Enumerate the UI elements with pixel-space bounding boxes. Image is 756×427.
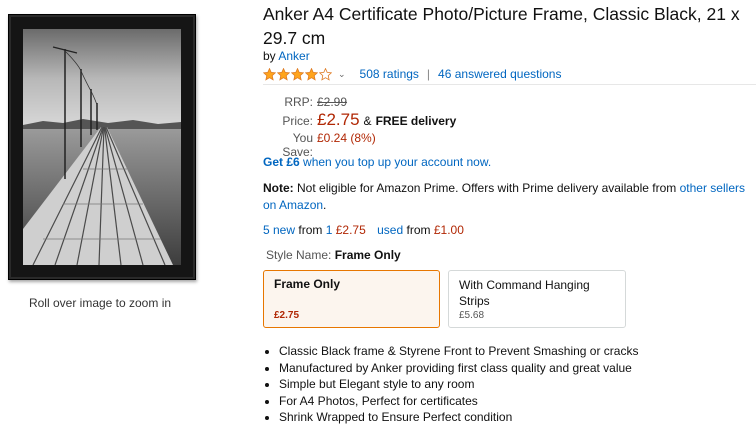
rrp-label: RRP: xyxy=(284,95,313,109)
style-label: Style Name: xyxy=(266,248,332,262)
questions-link[interactable]: 46 answered questions xyxy=(438,67,561,81)
note-label: Note: xyxy=(263,181,294,195)
divider xyxy=(263,84,756,85)
star-icon xyxy=(277,67,290,81)
by-prefix: by xyxy=(263,49,276,63)
feature-bullet: Simple but Elegant style to any room xyxy=(279,376,638,393)
ratings-link[interactable]: 508 ratings xyxy=(360,67,419,81)
from-text: from xyxy=(406,223,431,237)
style-option-hanging-strips[interactable]: With Command Hanging Strips £5.68 xyxy=(448,270,626,328)
rrp-value: £2.99 xyxy=(317,95,348,109)
from-text: from xyxy=(298,223,323,237)
byline: by Anker xyxy=(263,49,310,63)
delivery-amp: & xyxy=(363,114,372,128)
star-icon xyxy=(263,67,276,81)
style-option-name: With Command Hanging Strips xyxy=(459,278,590,308)
used-offers-link[interactable]: used xyxy=(377,223,403,237)
product-image[interactable] xyxy=(8,14,196,280)
star-icon xyxy=(305,67,318,81)
price-value: £2.75 xyxy=(317,110,360,129)
save-value: £0.24 (8%) xyxy=(317,131,376,145)
offers-row: 5 new from 1 £2.75 used from £1.00 xyxy=(263,223,464,237)
feature-bullet: For A4 Photos, Perfect for certificates xyxy=(279,393,638,410)
new-count-link[interactable]: 1 xyxy=(326,223,333,237)
rrp-row: RRP: £2.99 xyxy=(263,95,347,109)
star-icon xyxy=(291,67,304,81)
topup-promo[interactable]: Get £6 when you top up your account now. xyxy=(263,155,491,169)
style-option-price: £5.68 xyxy=(459,310,485,321)
price-row: Price: £2.75 & FREE delivery xyxy=(263,110,456,130)
separator: | xyxy=(426,67,431,81)
rating-row: ⌄ 508 ratings | 46 answered questions xyxy=(263,65,561,83)
style-name: Style Name: Frame Only xyxy=(266,248,401,262)
zoom-hint: Roll over image to zoom in xyxy=(28,296,172,310)
topup-amount[interactable]: Get £6 xyxy=(263,155,300,169)
topup-text[interactable]: when you top up your account now. xyxy=(303,155,491,169)
new-offers-link[interactable]: 5 new xyxy=(263,223,295,237)
style-option-name: Frame Only xyxy=(274,277,341,291)
product-title: Anker A4 Certificate Photo/Picture Frame… xyxy=(263,4,740,48)
pier-photo xyxy=(23,29,181,265)
brand-link[interactable]: Anker xyxy=(278,49,309,63)
chevron-down-icon[interactable]: ⌄ xyxy=(338,69,346,80)
free-delivery: FREE delivery xyxy=(375,114,457,128)
prime-note: Note: Not eligible for Amazon Prime. Off… xyxy=(263,180,753,214)
used-price: £1.00 xyxy=(433,223,464,237)
style-option-price: £2.75 xyxy=(274,310,300,321)
style-selected: Frame Only xyxy=(334,248,401,262)
style-option-frame-only[interactable]: Frame Only £2.75 xyxy=(263,270,440,328)
new-price: £2.75 xyxy=(335,223,366,237)
price-label: Price: xyxy=(282,114,313,128)
feature-bullet: Classic Black frame & Styrene Front to P… xyxy=(279,343,638,360)
star-icon xyxy=(319,67,332,81)
feature-bullets: Classic Black frame & Styrene Front to P… xyxy=(263,343,638,426)
feature-bullet: Shrink Wrapped to Ensure Perfect conditi… xyxy=(279,409,638,426)
feature-bullet: Manufactured by Anker providing first cl… xyxy=(279,360,638,377)
star-rating[interactable] xyxy=(263,67,332,81)
note-end: . xyxy=(323,198,327,212)
note-text: Not eligible for Amazon Prime. Offers wi… xyxy=(297,181,677,195)
